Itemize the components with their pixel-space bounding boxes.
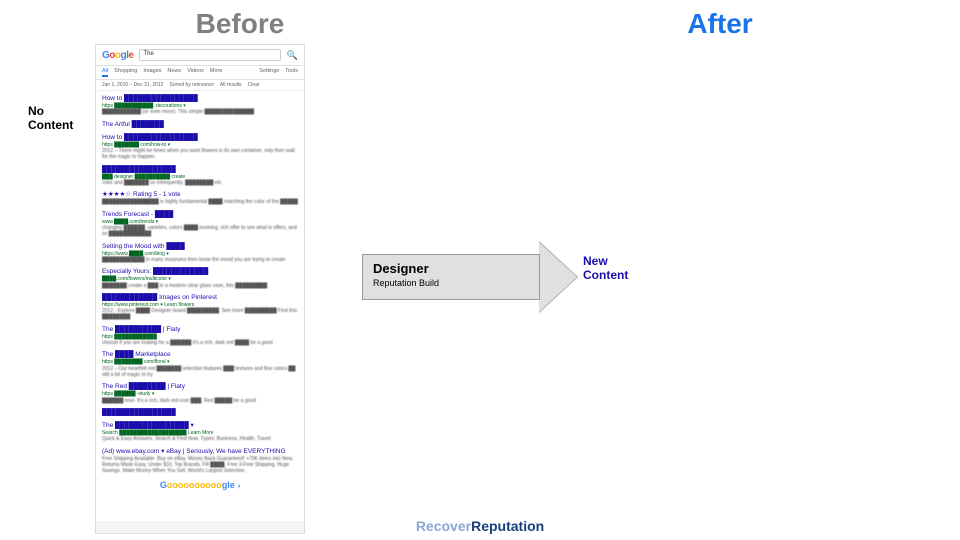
tab-more[interactable]: More <box>210 68 223 77</box>
new-content-label: New Content <box>583 255 628 283</box>
search-result[interactable]: The ████ Marketplacehttps ████████ com/f… <box>102 351 298 378</box>
search-result[interactable]: (Ad) www.ebay.com ▾ eBay | Seriously, We… <box>102 448 298 475</box>
search-icon[interactable]: 🔍 <box>287 50 298 61</box>
google-logo: Google <box>102 50 133 61</box>
tab-videos[interactable]: Videos <box>187 68 204 77</box>
after-heading: After <box>480 8 960 40</box>
results-filter[interactable]: All results <box>220 82 242 88</box>
search-result[interactable]: The ██████████ | Flatyhttps ████████████… <box>102 326 298 347</box>
search-result[interactable]: ████████████ Images on Pinteresthttps://… <box>102 294 298 321</box>
search-result[interactable]: The Artful ███████ <box>102 121 298 129</box>
before-serp: Google The 🔍 All Shopping Images News Vi… <box>95 44 305 534</box>
date-filter[interactable]: Jan 1, 2010 – Dec 31, 2012 <box>102 82 163 88</box>
arrow-subtitle: Reputation Build <box>373 278 529 288</box>
sort-filter[interactable]: Sorted by relevance <box>169 82 213 88</box>
tab-images[interactable]: Images <box>143 68 161 77</box>
serp-tabs: All Shopping Images News Videos More Set… <box>96 66 304 80</box>
google-pager[interactable]: Goooooooooogle› <box>102 480 298 490</box>
before-heading: Before <box>0 8 480 40</box>
serp-header: Google The 🔍 <box>96 45 304 66</box>
search-result[interactable]: How to ████████████████https ███████████… <box>102 95 298 116</box>
tab-all[interactable]: All <box>102 68 108 77</box>
tab-news[interactable]: News <box>167 68 181 77</box>
search-result[interactable]: The Red ████████ | Flatyhttps ██████ -st… <box>102 383 298 404</box>
search-result[interactable]: Trends Forecast - ████www.████.com/trend… <box>102 211 298 238</box>
serp-tools-row: Jan 1, 2010 – Dec 31, 2012 Sorted by rel… <box>96 80 304 91</box>
search-result[interactable]: The ████████████████ ▾Search ███████████… <box>102 422 298 443</box>
no-content-label: No Content <box>28 105 73 133</box>
search-result[interactable]: How to ████████████████https ███████ com… <box>102 134 298 161</box>
clear-filter[interactable]: Clear <box>248 82 260 88</box>
search-input[interactable]: The <box>139 49 280 61</box>
serp-results-before: How to ████████████████https ███████████… <box>96 91 304 521</box>
footer-brand: RecoverReputation <box>416 518 544 534</box>
tab-tools[interactable]: Tools <box>285 68 298 77</box>
search-result[interactable]: ███████████████████ designer ██████████ … <box>102 166 298 187</box>
search-result[interactable]: Especially Yours: ████████████████.com/f… <box>102 268 298 289</box>
tab-shopping[interactable]: Shopping <box>114 68 137 77</box>
search-result[interactable]: Setting the Mood with ████https://www.██… <box>102 243 298 264</box>
tab-settings[interactable]: Settings <box>259 68 279 77</box>
search-result[interactable]: ████████████████ <box>102 409 298 417</box>
search-result[interactable]: ★★★★☆ Rating 5 - 1 vote████████████████ … <box>102 191 298 205</box>
arrow-title: Designer <box>373 261 529 276</box>
center-arrow: Designer Reputation Build <box>362 242 582 312</box>
